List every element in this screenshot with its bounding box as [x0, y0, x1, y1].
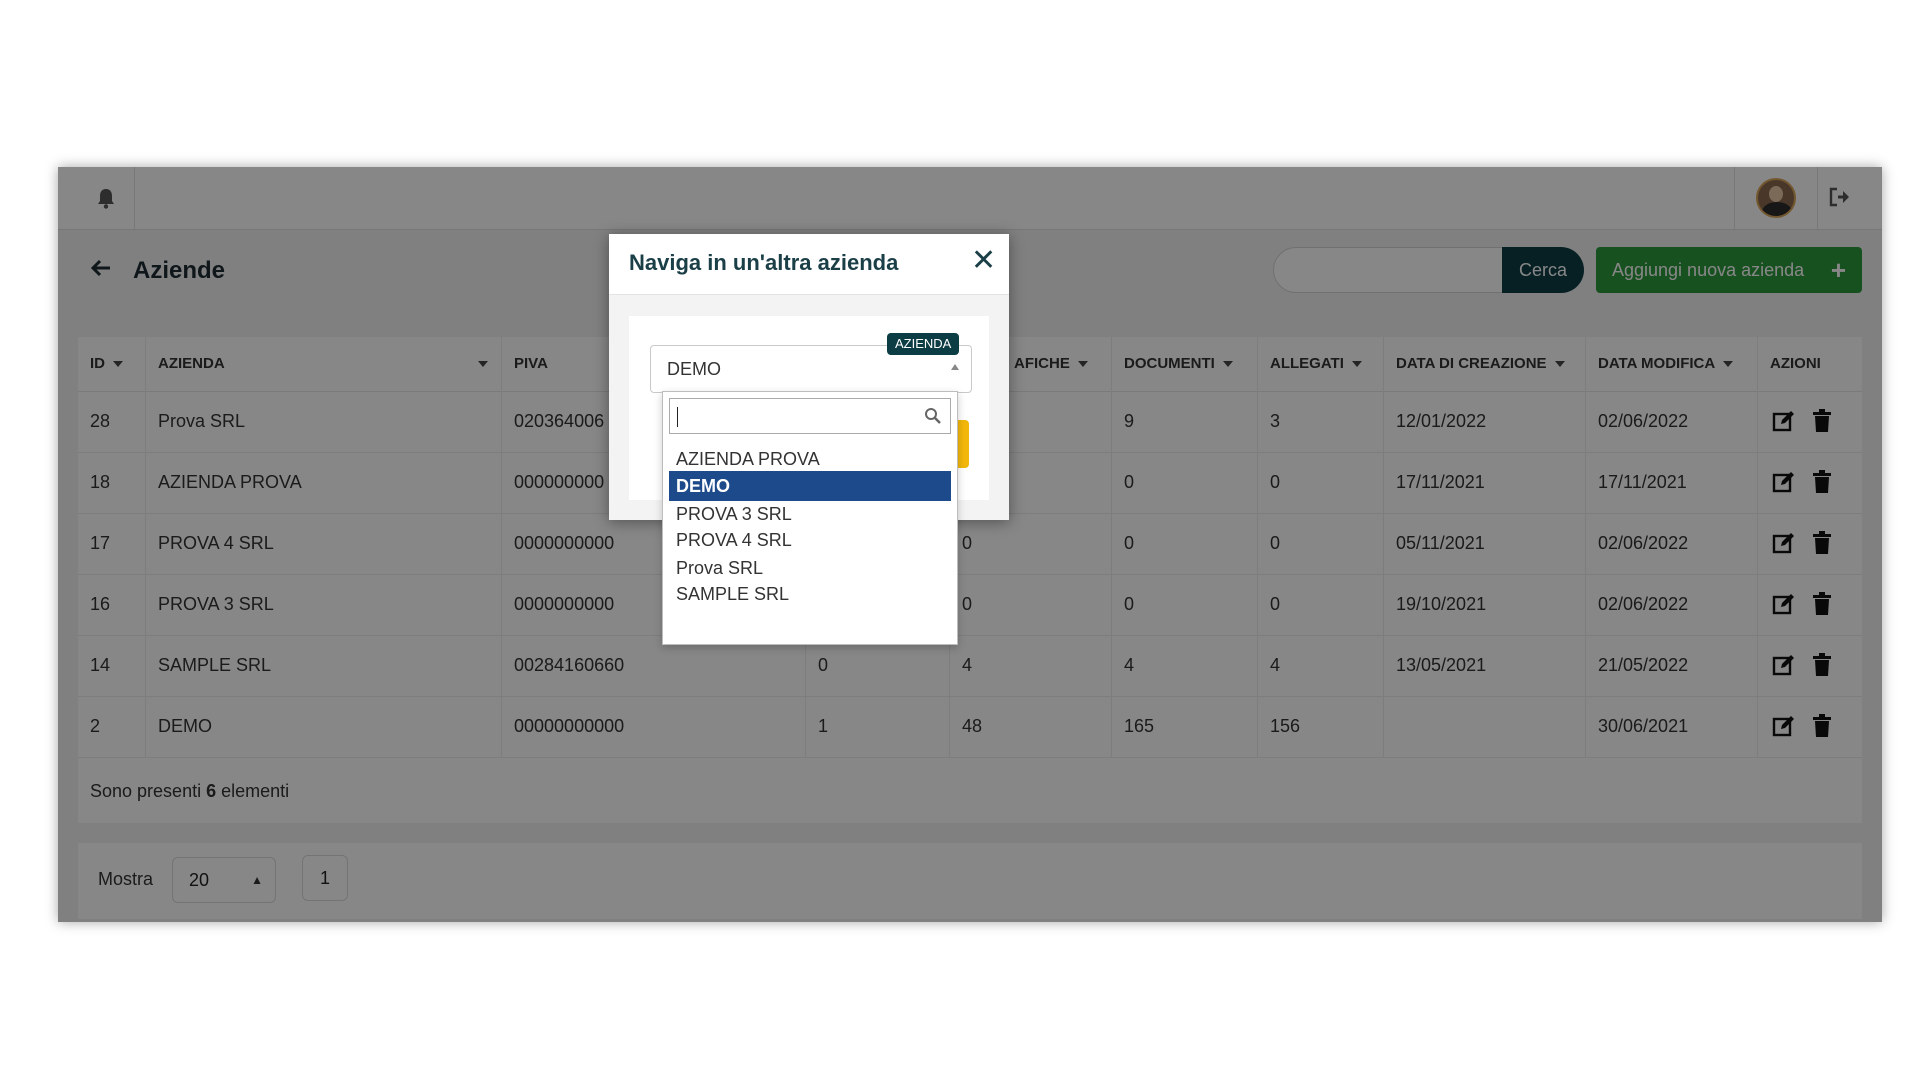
app-window: Aziende Cerca Aggiungi nuova azienda + I… [58, 167, 1882, 922]
dropdown-search-input[interactable] [669, 398, 951, 434]
company-dropdown: AZIENDA PROVA DEMO PROVA 3 SRL PROVA 4 SRL P… [662, 391, 958, 645]
dropdown-option[interactable]: AZIENDA PROVA [669, 444, 951, 474]
select-floating-label: AZIENDA [887, 333, 960, 355]
dropdown-option[interactable]: DEMO [669, 471, 951, 501]
modal-header: Naviga in un'altra azienda ✕ [609, 234, 1009, 295]
search-icon [925, 408, 941, 424]
caret-up-icon [951, 364, 959, 370]
dropdown-option[interactable]: PROVA 4 SRL [669, 525, 951, 555]
modal-title: Naviga in un'altra azienda [629, 250, 899, 275]
close-icon[interactable]: ✕ [971, 246, 996, 276]
dropdown-option[interactable]: SAMPLE SRL [669, 579, 951, 609]
